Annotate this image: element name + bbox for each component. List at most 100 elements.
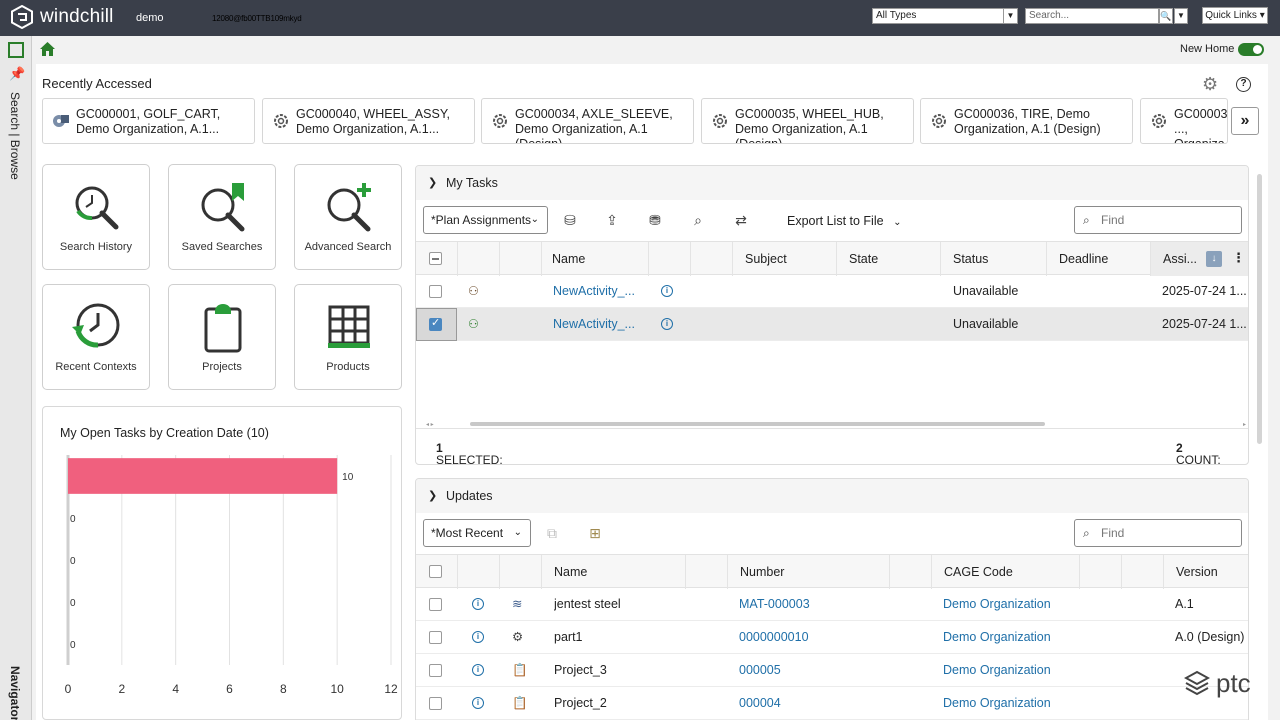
pin-icon[interactable]: 📌 bbox=[9, 66, 25, 82]
column-icon[interactable] bbox=[499, 242, 541, 276]
info-icon[interactable]: i bbox=[472, 598, 484, 610]
select-all-checkbox[interactable] bbox=[429, 565, 442, 578]
column-extra[interactable] bbox=[889, 555, 931, 589]
update-number-link[interactable]: MAT-000003 bbox=[739, 588, 879, 621]
expand-navigator-icon[interactable] bbox=[8, 42, 24, 58]
column-extra[interactable] bbox=[1079, 555, 1121, 589]
recent-item[interactable]: GC000035, WHEEL_HUB, Demo Organization, … bbox=[701, 98, 914, 144]
open-in-icon[interactable]: ⊞ bbox=[586, 524, 604, 542]
advanced-search-tile[interactable]: Advanced Search bbox=[294, 164, 402, 270]
task-name-link[interactable]: NewActivity_... bbox=[553, 275, 643, 308]
select-all-checkbox[interactable] bbox=[429, 252, 442, 265]
table-row[interactable]: ⚇ NewActivity_... i Unavailable 2025-07-… bbox=[416, 308, 1248, 341]
task-name-link[interactable]: NewActivity_... bbox=[553, 308, 643, 341]
help-icon[interactable]: ? bbox=[1236, 77, 1251, 92]
new-home-toggle[interactable] bbox=[1238, 43, 1264, 56]
complete-task-icon[interactable]: ⛁ bbox=[561, 211, 579, 229]
search-options-chevron-icon[interactable]: ▼ bbox=[1174, 8, 1188, 24]
export-list-button[interactable]: Export List to File ⌄ bbox=[787, 214, 901, 228]
sort-descending-icon[interactable]: ↓ bbox=[1206, 251, 1222, 267]
row-checkbox[interactable] bbox=[429, 631, 442, 644]
column-name[interactable]: Name bbox=[541, 242, 648, 276]
brand[interactable]: windchill bbox=[10, 4, 114, 30]
type-filter-select[interactable]: All Types ▼ bbox=[872, 8, 1018, 24]
recent-item[interactable]: GC000001, GOLF_CART, Demo Organization, … bbox=[42, 98, 255, 144]
update-cage-link[interactable]: Demo Organization bbox=[943, 588, 1083, 621]
column-name[interactable]: Name bbox=[541, 555, 685, 589]
row-checkbox[interactable] bbox=[429, 598, 442, 611]
global-search-input[interactable]: Search... bbox=[1025, 8, 1159, 24]
column-cage-code[interactable]: CAGE Code bbox=[931, 555, 1079, 589]
my-tasks-header[interactable]: ❯ My Tasks bbox=[416, 166, 1248, 200]
scroll-left-icon[interactable]: ◂ ▸ bbox=[426, 421, 434, 428]
column-version[interactable]: Version bbox=[1163, 555, 1248, 589]
recent-item[interactable]: GC00003_, ..., Organiza... bbox=[1140, 98, 1228, 144]
update-task-icon[interactable]: ⛃ bbox=[646, 211, 664, 229]
quick-links-button[interactable]: Quick Links ▾ bbox=[1202, 7, 1268, 24]
info-icon[interactable]: i bbox=[661, 318, 673, 330]
column-subject[interactable]: Subject bbox=[732, 242, 836, 276]
horizontal-scrollbar[interactable]: ◂ ▸ ▸ bbox=[426, 420, 1246, 428]
recent-item[interactable]: GC000040, WHEEL_ASSY, Demo Organization,… bbox=[262, 98, 475, 144]
update-cage-link[interactable]: Demo Organization bbox=[943, 687, 1083, 720]
column-number[interactable]: Number bbox=[727, 555, 889, 589]
update-number-link[interactable]: 0000000010 bbox=[739, 621, 879, 654]
search-icon[interactable]: ⌕ bbox=[689, 211, 707, 229]
table-row[interactable]: i ≋ jentest steel MAT-000003 Demo Organi… bbox=[416, 588, 1248, 621]
row-checkbox[interactable] bbox=[429, 697, 442, 710]
table-row[interactable]: i ⚙ part1 0000000010 Demo Organization A… bbox=[416, 621, 1248, 654]
copy-icon[interactable]: ⧉ bbox=[543, 524, 561, 542]
info-icon[interactable]: i bbox=[472, 664, 484, 676]
update-number-link[interactable]: 000004 bbox=[739, 687, 879, 720]
export-excel-icon[interactable]: ⇄ bbox=[732, 211, 750, 229]
navigator-tab[interactable]: Navigator bbox=[8, 666, 22, 720]
info-icon[interactable]: i bbox=[661, 285, 673, 297]
updates-find-input[interactable]: ⌕ Find bbox=[1074, 519, 1242, 547]
search-history-tile[interactable]: Search History bbox=[42, 164, 150, 270]
row-checkbox[interactable] bbox=[429, 664, 442, 677]
products-tile[interactable]: Products bbox=[294, 284, 402, 390]
update-cage-link[interactable]: Demo Organization bbox=[943, 654, 1083, 687]
page-scrollbar[interactable] bbox=[1257, 174, 1262, 444]
column-state[interactable]: State bbox=[836, 242, 940, 276]
home-icon[interactable] bbox=[40, 42, 55, 60]
column-extra[interactable] bbox=[1121, 555, 1163, 589]
column-menu-icon[interactable]: ⋮ bbox=[1232, 250, 1245, 266]
info-icon[interactable]: i bbox=[472, 631, 484, 643]
column-deadline[interactable]: Deadline bbox=[1046, 242, 1150, 276]
updates-header[interactable]: ❯ Updates bbox=[416, 479, 1248, 513]
column-extra[interactable] bbox=[690, 242, 732, 276]
recent-next-button[interactable]: » bbox=[1231, 107, 1259, 135]
tasks-find-input[interactable]: ⌕ Find bbox=[1074, 206, 1242, 234]
search-icon[interactable]: 🔍 bbox=[1159, 8, 1173, 24]
collapse-chevron-icon[interactable]: ❯ bbox=[428, 176, 437, 189]
updates-view-select[interactable]: *Most Recent ⌄ bbox=[423, 519, 531, 547]
search-browse-tab[interactable]: Search | Browse bbox=[8, 92, 22, 180]
column-extra[interactable] bbox=[685, 555, 727, 589]
update-cage-link[interactable]: Demo Organization bbox=[943, 621, 1083, 654]
recent-item[interactable]: GC000034, AXLE_SLEEVE, Demo Organization… bbox=[481, 98, 694, 144]
update-number-link[interactable]: 000005 bbox=[739, 654, 879, 687]
task-view-select[interactable]: *Plan Assignments ⌄ bbox=[423, 206, 548, 234]
table-row[interactable]: i 📋 Project_2 000004 Demo Organization bbox=[416, 687, 1248, 720]
current-user[interactable]: demo bbox=[136, 12, 164, 24]
table-row[interactable]: ⚇ NewActivity_... i Unavailable 2025-07-… bbox=[416, 275, 1248, 308]
column-type[interactable] bbox=[457, 242, 499, 276]
saved-searches-tile[interactable]: Saved Searches bbox=[168, 164, 276, 270]
projects-tile[interactable]: Projects bbox=[168, 284, 276, 390]
reassign-task-icon[interactable]: ⇪ bbox=[603, 211, 621, 229]
column-info[interactable] bbox=[457, 555, 499, 589]
column-status[interactable]: Status bbox=[940, 242, 1046, 276]
scrollbar-thumb[interactable] bbox=[470, 422, 1045, 426]
collapse-chevron-icon[interactable]: ❯ bbox=[428, 489, 437, 502]
column-type[interactable] bbox=[499, 555, 541, 589]
column-info[interactable] bbox=[648, 242, 690, 276]
recent-item[interactable]: GC000036, TIRE, Demo Organization, A.1 (… bbox=[920, 98, 1133, 144]
row-checkbox[interactable] bbox=[429, 285, 442, 298]
settings-gear-icon[interactable]: ⚙ bbox=[1202, 74, 1218, 95]
table-row[interactable]: i 📋 Project_3 000005 Demo Organization bbox=[416, 654, 1248, 687]
scroll-right-icon[interactable]: ▸ bbox=[1243, 421, 1246, 428]
info-icon[interactable]: i bbox=[472, 697, 484, 709]
recent-contexts-tile[interactable]: Recent Contexts bbox=[42, 284, 150, 390]
row-checkbox[interactable] bbox=[429, 316, 442, 331]
